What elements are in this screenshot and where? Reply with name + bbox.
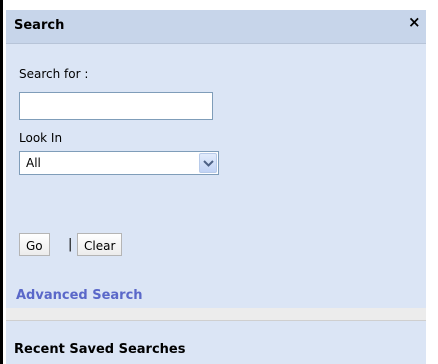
recent-saved-searches-title: Recent Saved Searches — [14, 342, 186, 357]
look-in-select[interactable]: All — [19, 151, 219, 175]
search-sidebar: Search × Search for : Look In All Go | C… — [0, 0, 438, 364]
clear-button[interactable]: Clear — [77, 233, 123, 256]
go-button[interactable]: Go — [19, 233, 50, 256]
search-panel-body: Search for : Look In All Go | Clear Adva… — [6, 44, 426, 308]
close-icon[interactable]: × — [408, 15, 421, 30]
recent-saved-searches-header: Recent Saved Searches — [6, 321, 426, 364]
panel-divider — [6, 308, 426, 321]
dropdown-arrow-button[interactable] — [199, 153, 217, 173]
search-panel-header: Search × — [6, 10, 426, 44]
chevron-down-icon — [203, 160, 214, 167]
search-input[interactable] — [19, 92, 213, 120]
search-for-label: Search for : — [19, 67, 89, 81]
button-separator: | — [68, 237, 73, 252]
look-in-selected-value: All — [26, 156, 41, 170]
advanced-search-link[interactable]: Advanced Search — [16, 288, 143, 303]
look-in-label: Look In — [19, 131, 63, 145]
search-panel-title: Search — [14, 18, 65, 33]
